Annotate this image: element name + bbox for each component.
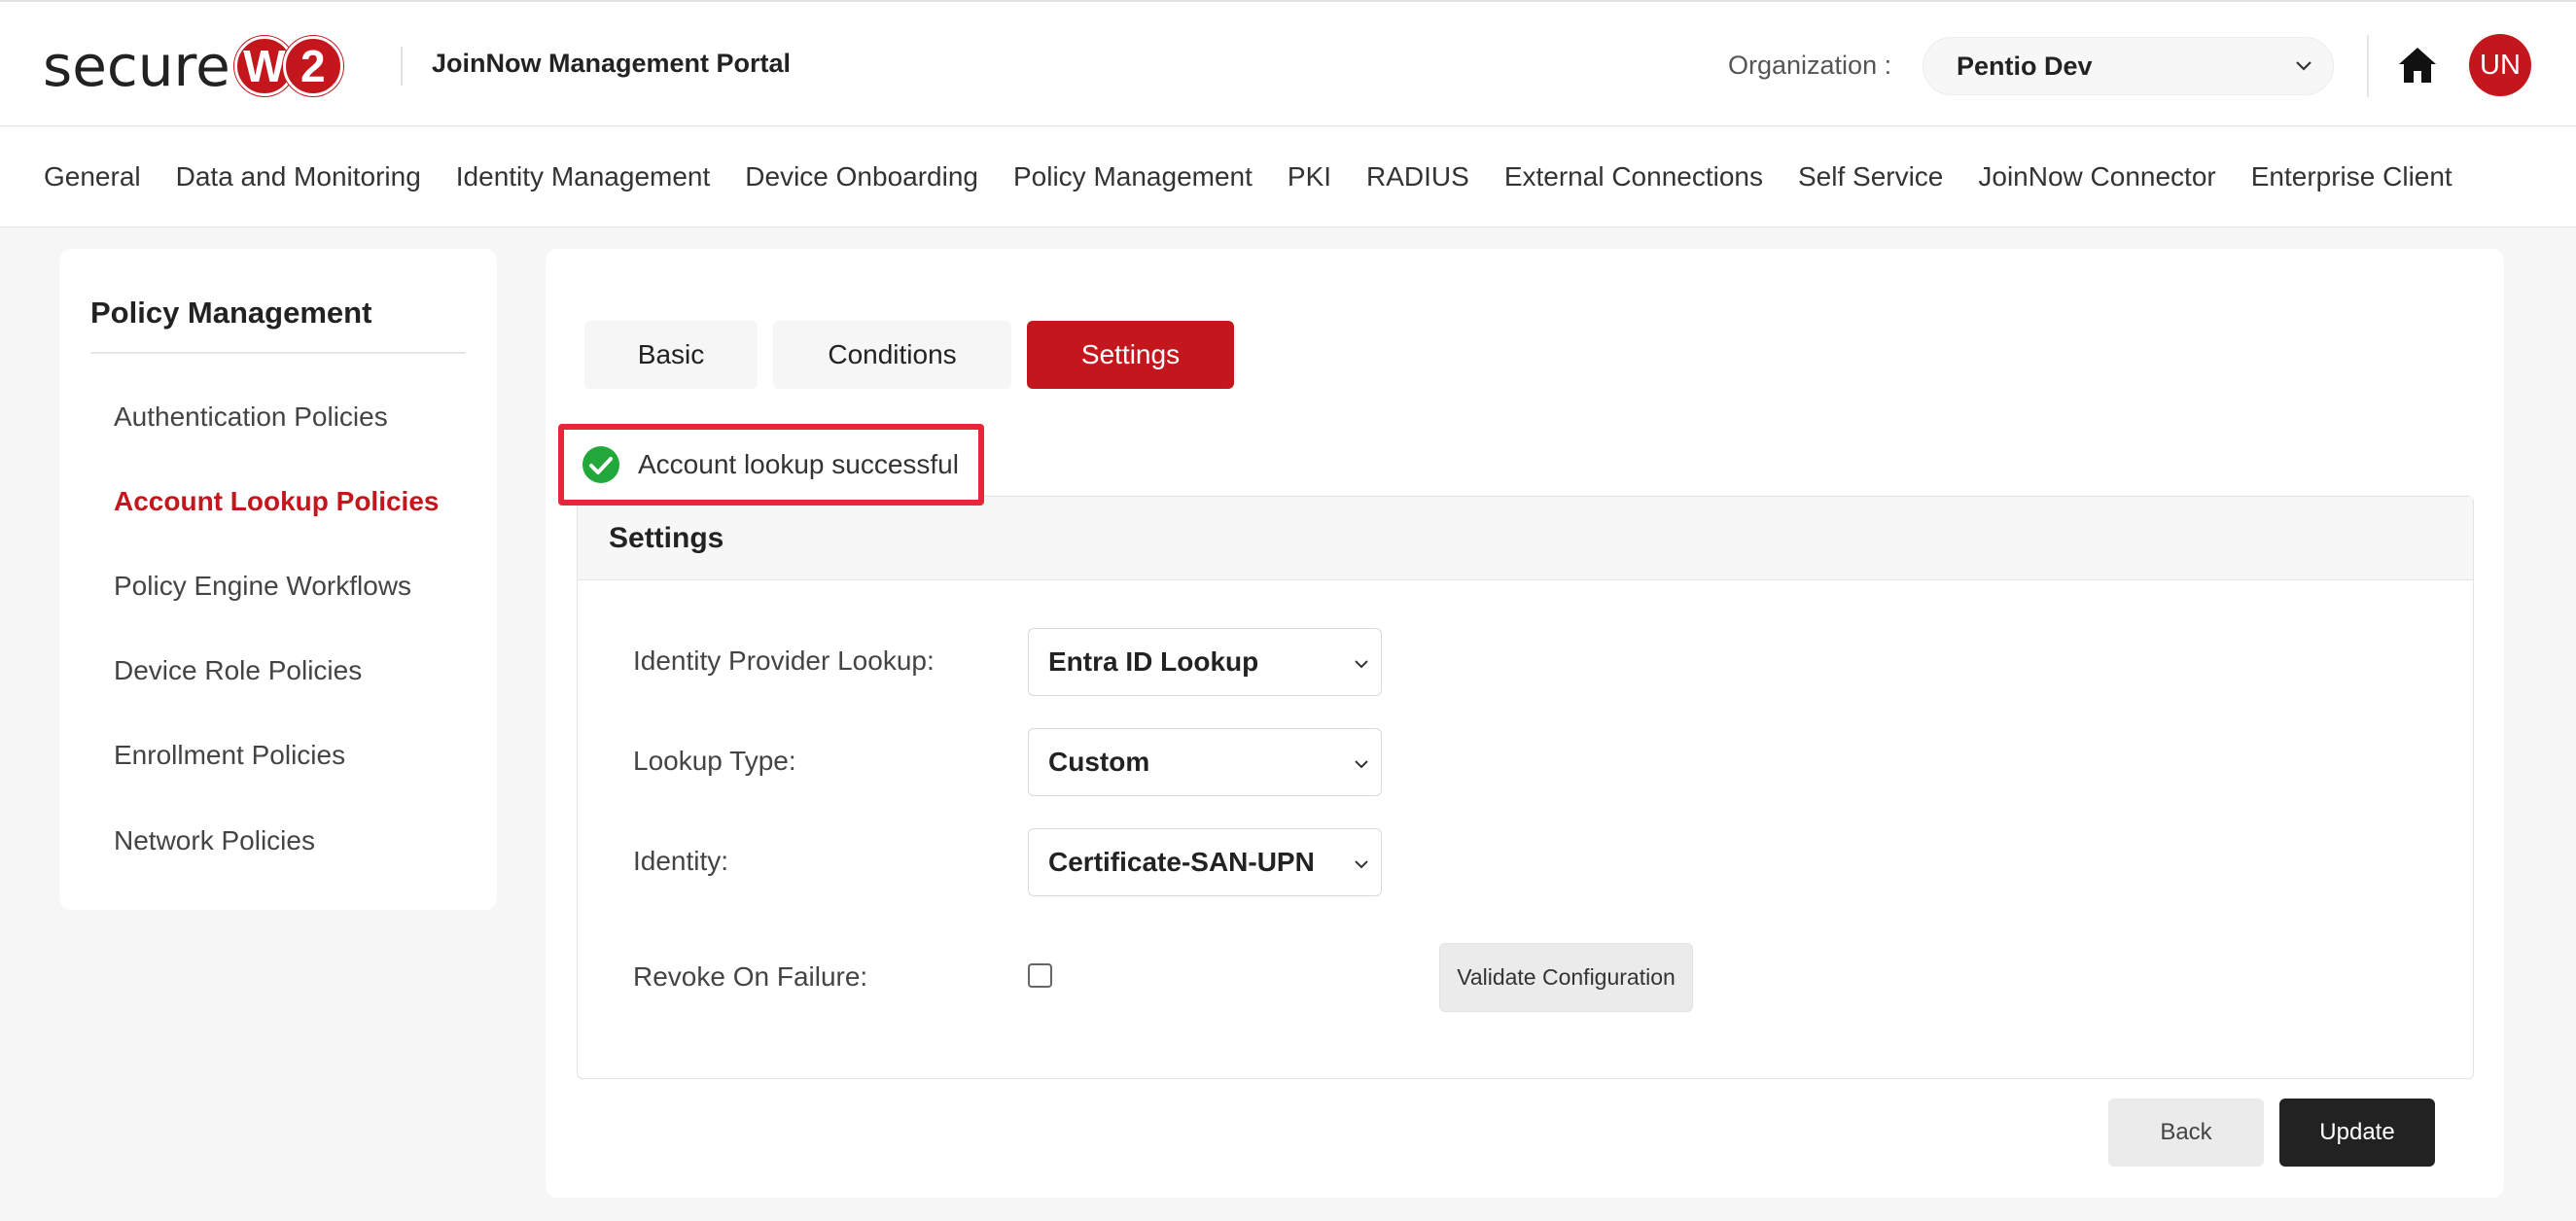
identity-provider-lookup-dropdown[interactable]: Entra ID Lookup (1028, 628, 1382, 696)
sidebar-divider (90, 352, 466, 354)
back-button[interactable]: Back (2108, 1099, 2264, 1167)
lookup-type-dropdown[interactable]: Custom (1028, 728, 1382, 796)
logo-w2-mark: W 2 (233, 36, 343, 96)
identity-dropdown[interactable]: Certificate-SAN-UPN (1028, 828, 1382, 896)
settings-title: Settings (609, 522, 724, 554)
sidebar-item-account-lookup-policies[interactable]: Account Lookup Policies (114, 486, 439, 517)
revoke-on-failure-checkbox[interactable] (1028, 963, 1052, 988)
sidebar: Policy Management Authentication Policie… (59, 249, 497, 910)
success-alert: Account lookup successful (558, 424, 984, 506)
chevron-down-icon (1355, 760, 1368, 769)
identity-value: Certificate-SAN-UPN (1048, 847, 1315, 877)
nav-item-data-and-monitoring[interactable]: Data and Monitoring (176, 161, 421, 192)
tab-settings[interactable]: Settings (1027, 321, 1234, 389)
nav-item-pki[interactable]: PKI (1288, 161, 1331, 192)
portal-title: JoinNow Management Portal (432, 49, 792, 78)
lookup-type-label: Lookup Type: (633, 746, 796, 776)
sidebar-item-network-policies[interactable]: Network Policies (114, 825, 315, 856)
organization-value: Pentio Dev (1957, 51, 2093, 81)
sidebar-item-authentication-policies[interactable]: Authentication Policies (114, 401, 388, 433)
header-divider (401, 47, 403, 86)
nav-item-enterprise-client[interactable]: Enterprise Client (2251, 161, 2452, 192)
nav-item-joinnow-connector[interactable]: JoinNow Connector (1978, 161, 2215, 192)
main-nav: General Data and Monitoring Identity Man… (0, 127, 2576, 227)
revoke-on-failure-label: Revoke On Failure: (633, 961, 868, 992)
check-circle-icon (582, 446, 619, 483)
main-panel: Basic Conditions Settings Account lookup… (546, 249, 2504, 1198)
chevron-down-icon (1355, 660, 1368, 669)
tab-basic[interactable]: Basic (584, 321, 758, 389)
chevron-down-icon (2296, 61, 2311, 71)
securew2-logo[interactable]: secure W 2 (43, 31, 343, 101)
nav-item-general[interactable]: General (44, 161, 141, 192)
identity-label: Identity: (633, 846, 729, 876)
nav-item-identity-management[interactable]: Identity Management (456, 161, 711, 192)
nav-item-device-onboarding[interactable]: Device Onboarding (745, 161, 978, 192)
sidebar-title: Policy Management (90, 296, 372, 330)
alert-message: Account lookup successful (638, 449, 959, 479)
user-avatar[interactable]: UN (2469, 34, 2531, 96)
logo-text: secure (43, 33, 230, 99)
organization-label: Organization : (1728, 51, 1892, 80)
header-divider-right (2367, 35, 2369, 97)
organization-select[interactable]: Pentio Dev (1923, 37, 2334, 95)
logo-2-circle: 2 (282, 36, 343, 96)
settings-header: Settings (578, 497, 2473, 580)
identity-provider-lookup-dropdown-value: Entra ID Lookup (1048, 646, 1259, 677)
nav-item-radius[interactable]: RADIUS (1366, 161, 1469, 192)
nav-item-self-service[interactable]: Self Service (1798, 161, 1943, 192)
chevron-down-icon (1355, 860, 1368, 869)
validate-configuration-button[interactable]: Validate Configuration (1439, 943, 1693, 1012)
top-header: secure W 2 JoinNow Management Portal Org… (0, 0, 2576, 126)
lookup-type-value: Custom (1048, 747, 1150, 777)
identity-provider-lookup-row-label: Identity Provider Lookup: (633, 645, 935, 676)
update-button[interactable]: Update (2279, 1099, 2435, 1167)
home-icon[interactable] (2397, 46, 2438, 85)
sidebar-item-enrollment-policies[interactable]: Enrollment Policies (114, 740, 345, 771)
nav-item-external-connections[interactable]: External Connections (1504, 161, 1763, 192)
sidebar-item-policy-engine-workflows[interactable]: Policy Engine Workflows (114, 571, 411, 602)
sidebar-item-device-role-policies[interactable]: Device Role Policies (114, 655, 362, 686)
tab-conditions[interactable]: Conditions (773, 321, 1011, 389)
nav-item-policy-management[interactable]: Policy Management (1013, 161, 1253, 192)
